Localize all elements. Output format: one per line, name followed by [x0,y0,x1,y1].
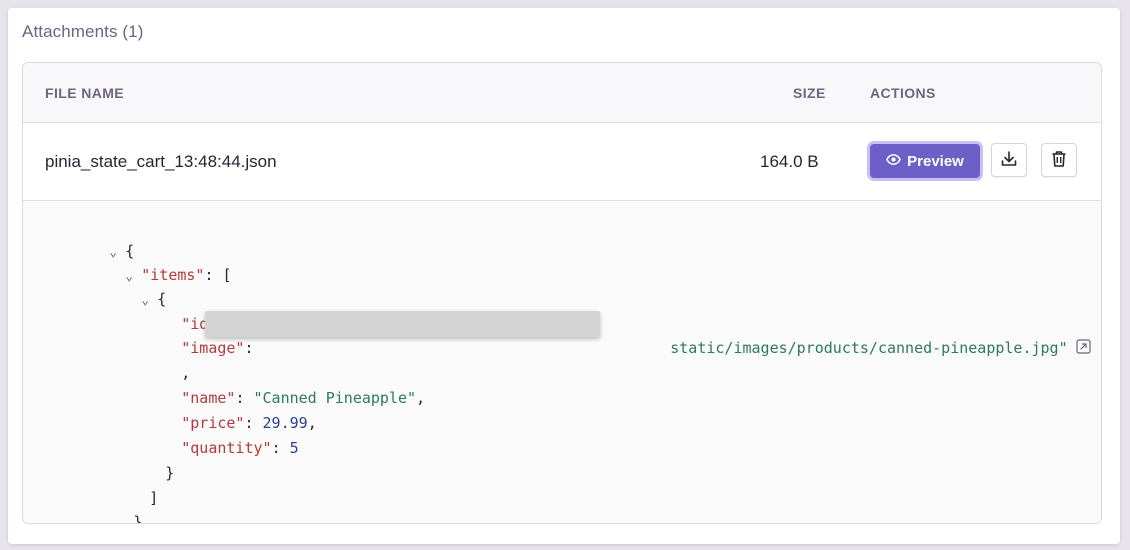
column-header-file-name: FILE NAME [45,85,125,101]
file-size: 164.0 B [760,152,819,171]
column-header-actions: ACTIONS [870,85,936,101]
table-header: FILE NAME SIZE ACTIONS [23,63,1101,123]
attachments-table: FILE NAME SIZE ACTIONS pinia_state_cart_… [22,62,1102,524]
preview-button-label: Preview [907,152,964,170]
json-line-price: "price": 29.99, [181,414,317,432]
attachments-title: Attachments (1) [22,22,144,41]
attachments-panel: Attachments (1) FILE NAME SIZE ACTIONS p… [8,8,1120,544]
json-line-item-close: } [165,464,175,482]
redacted-region [205,311,600,337]
image-url-link[interactable]: static/images/products/canned-pineapple.… [670,339,1067,357]
json-line-items-close: ] [149,489,159,507]
download-icon [1000,150,1018,171]
table-row: pinia_state_cart_13:48:44.json 164.0 B P… [23,123,1101,201]
trash-icon [1051,150,1067,171]
eye-icon [886,152,902,171]
file-name: pinia_state_cart_13:48:44.json [45,152,277,171]
json-image-value: static/images/products/canned-pineapple.… [598,312,1091,357]
json-preview: ⌄{ ⌄"items": [ ⌄{ "id": 2, "image": stat… [23,201,1101,523]
json-line-item-open: ⌄{ [69,263,166,308]
preview-button[interactable]: Preview [870,144,980,178]
json-line-root-open: ⌄{ [37,215,134,260]
json-line-quantity: "quantity": 5 [181,439,299,457]
column-header-size: SIZE [793,85,826,101]
json-line-items: ⌄ "items": [ [53,239,231,284]
json-line-root-close: } [133,513,143,524]
download-button[interactable] [991,143,1027,177]
external-link-icon[interactable] [1076,337,1091,361]
delete-button[interactable] [1041,143,1077,177]
json-line-name: "name": "Canned Pineapple", [181,389,426,407]
json-line-id: "id": 2, [181,315,253,333]
json-line-image-comma: , [181,364,191,382]
